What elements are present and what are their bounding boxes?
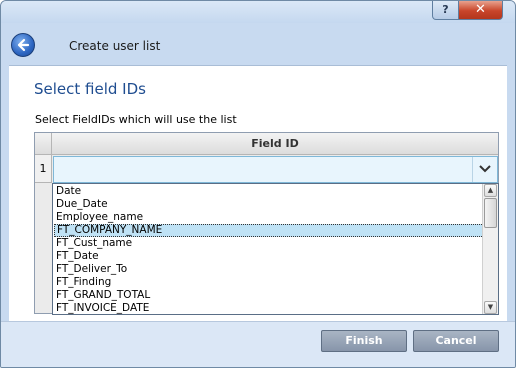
footer-bar: Finish Cancel: [1, 321, 515, 367]
dropdown-option[interactable]: Due_Date: [54, 198, 484, 211]
dropdown-option[interactable]: FT_Date: [54, 250, 484, 263]
scroll-up-icon[interactable]: ▲: [484, 184, 497, 197]
dropdown-option[interactable]: FT_INVOICE_DATE: [54, 302, 484, 314]
close-button[interactable]: ✕: [458, 1, 503, 20]
dropdown-option[interactable]: Employee_name: [54, 211, 484, 224]
section-title: Select field IDs: [34, 80, 146, 98]
column-header-field-id[interactable]: Field ID: [52, 133, 498, 155]
title-bar: ? ✕: [1, 1, 515, 23]
dropdown-option[interactable]: FT_Finding: [54, 276, 484, 289]
scroll-thumb[interactable]: [484, 198, 497, 228]
help-button[interactable]: ?: [432, 1, 459, 20]
wizard-title: Create user list: [69, 39, 161, 53]
dropdown-scrollbar[interactable]: ▲ ▼: [482, 184, 498, 314]
chevron-down-icon[interactable]: [472, 157, 497, 182]
create-user-list-dialog: ? ✕ Create user list Select field IDs Se…: [0, 0, 516, 368]
back-button[interactable]: [11, 33, 35, 57]
back-arrow-icon: [17, 38, 30, 52]
dropdown-option[interactable]: Date: [54, 185, 484, 198]
cancel-button[interactable]: Cancel: [413, 330, 499, 352]
dropdown-option[interactable]: FT_Deliver_To: [54, 263, 484, 276]
wizard-header: Create user list: [1, 23, 515, 65]
field-id-combo[interactable]: [53, 156, 498, 183]
dropdown-option[interactable]: FT_Cust_name: [54, 237, 484, 250]
scroll-down-icon[interactable]: ▼: [484, 301, 497, 314]
field-id-dropdown-list[interactable]: Date Due_Date Employee_name FT_COMPANY_N…: [52, 183, 499, 315]
finish-button[interactable]: Finish: [321, 330, 407, 352]
instruction-text: Select FieldIDs which will use the list: [35, 113, 237, 126]
row-number: 1: [35, 155, 52, 183]
dropdown-option-selected[interactable]: FT_COMPANY_NAME: [54, 224, 484, 237]
grid-corner: [35, 133, 52, 155]
dropdown-option[interactable]: FT_GRAND_TOTAL: [54, 289, 484, 302]
